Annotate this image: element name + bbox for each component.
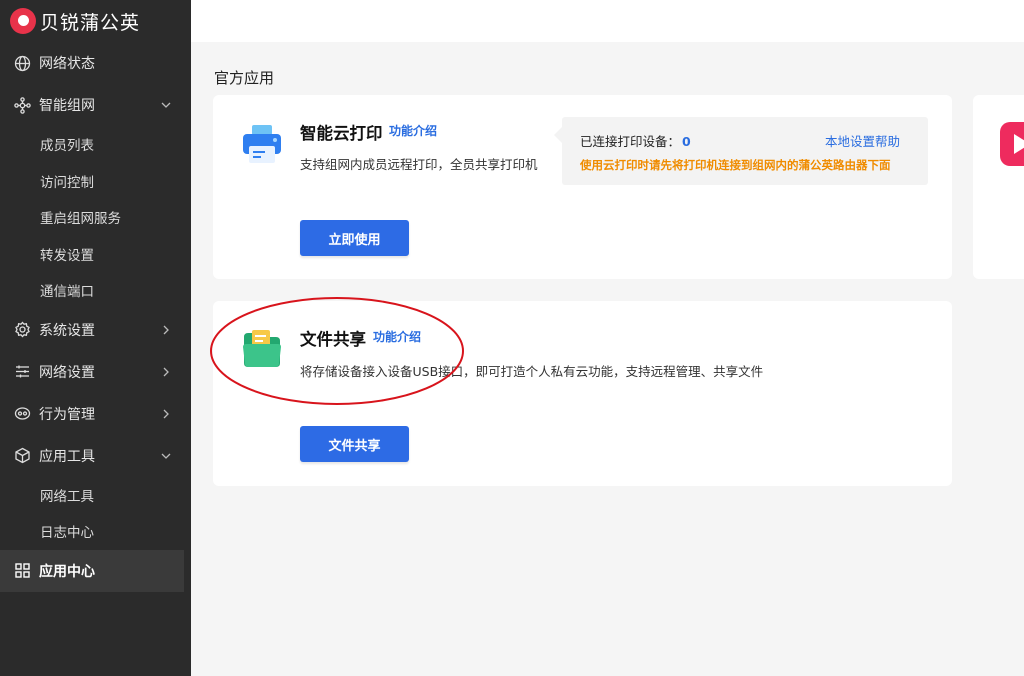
printer-icon	[240, 122, 284, 166]
connected-count: 0	[682, 134, 691, 149]
chevron-right-icon	[163, 409, 169, 418]
sidebar-item-label: 应用中心	[39, 563, 95, 580]
printer-status-box: 已连接打印设备： 0 本地设置帮助 使用云打印时请先将打印机连接到组网内的蒲公英路…	[554, 117, 928, 185]
brand[interactable]: 贝锐蒲公英	[0, 0, 191, 42]
sidebar: 贝锐蒲公英 网络状态 智能组网 成员列表 访问控制 重启组网服务 转发设置 通信…	[0, 0, 191, 676]
brand-name: 贝锐蒲公英	[40, 11, 141, 34]
card-title: 文件共享	[300, 330, 366, 349]
sidebar-item-app-center[interactable]: 应用中心	[0, 549, 184, 592]
use-now-button[interactable]: 立即使用	[300, 220, 409, 256]
card-description: 支持组网内成员远程打印，全员共享打印机	[300, 157, 538, 172]
connected-devices: 已连接打印设备： 0	[580, 131, 691, 150]
sidebar-subitem-member-list[interactable]: 成员列表	[0, 126, 191, 163]
sidebar-item-label: 系统设置	[39, 322, 95, 339]
gear-icon	[14, 321, 31, 338]
feature-intro-link[interactable]: 功能介绍	[389, 122, 437, 139]
sidebar-item-network-settings[interactable]: 网络设置	[0, 351, 191, 393]
sidebar-item-smart-network[interactable]: 智能组网	[0, 84, 191, 126]
chevron-down-icon	[161, 453, 171, 459]
print-warning: 使用云打印时请先将打印机连接到组网内的蒲公英路由器下面	[580, 158, 891, 172]
cube-icon	[14, 447, 31, 464]
video-app-icon	[1000, 122, 1024, 166]
eye-icon	[14, 405, 31, 422]
sliders-icon	[14, 363, 31, 380]
sidebar-item-label: 应用工具	[39, 448, 95, 465]
sidebar-item-label: 网络设置	[39, 364, 95, 381]
sidebar-subitem-restart-service[interactable]: 重启组网服务	[0, 199, 191, 236]
app-card-file-share: 文件共享 功能介绍 将存储设备接入设备USB接口，即可打造个人私有云功能，支持远…	[213, 301, 952, 486]
sidebar-item-system-settings[interactable]: 系统设置	[0, 309, 191, 351]
chevron-down-icon	[161, 102, 171, 108]
file-share-button[interactable]: 文件共享	[300, 426, 409, 462]
sidebar-subitem-network-tools[interactable]: 网络工具	[0, 477, 191, 514]
grid-icon	[14, 562, 31, 579]
local-setup-help-link[interactable]: 本地设置帮助	[825, 131, 900, 150]
folder-icon	[240, 327, 284, 371]
sidebar-item-label: 智能组网	[39, 98, 95, 114]
sidebar-subitem-forwarding[interactable]: 转发设置	[0, 236, 191, 273]
app-card-cloud-print: 智能云打印 功能介绍 支持组网内成员远程打印，全员共享打印机 立即使用 已连接打…	[213, 95, 952, 279]
sidebar-item-behavior-management[interactable]: 行为管理	[0, 393, 191, 435]
sidebar-subitem-ports[interactable]: 通信端口	[0, 272, 191, 309]
top-bar	[191, 0, 1024, 42]
card-title: 智能云打印	[300, 124, 383, 143]
chevron-right-icon	[163, 367, 169, 376]
connected-label: 已连接打印设备：	[580, 134, 681, 149]
sidebar-item-app-tools[interactable]: 应用工具	[0, 435, 191, 477]
sidebar-subitem-access-control[interactable]: 访问控制	[0, 163, 191, 200]
sidebar-item-label: 行为管理	[39, 406, 95, 423]
sidebar-subitem-log-center[interactable]: 日志中心	[0, 513, 191, 550]
feature-intro-link[interactable]: 功能介绍	[373, 328, 421, 345]
network-icon	[14, 96, 31, 114]
logo-icon	[10, 8, 36, 34]
sidebar-item-network-status[interactable]: 网络状态	[0, 42, 191, 84]
sidebar-item-label: 网络状态	[39, 56, 95, 72]
page-title: 官方应用	[214, 69, 275, 87]
app-card-partial	[973, 95, 1024, 279]
globe-icon	[14, 55, 31, 72]
sidebar-nav: 网络状态 智能组网 成员列表 访问控制 重启组网服务 转发设置 通信端口 系统设…	[0, 42, 191, 592]
card-description: 将存储设备接入设备USB接口，即可打造个人私有云功能，支持远程管理、共享文件	[300, 364, 764, 379]
chevron-right-icon	[163, 325, 169, 334]
